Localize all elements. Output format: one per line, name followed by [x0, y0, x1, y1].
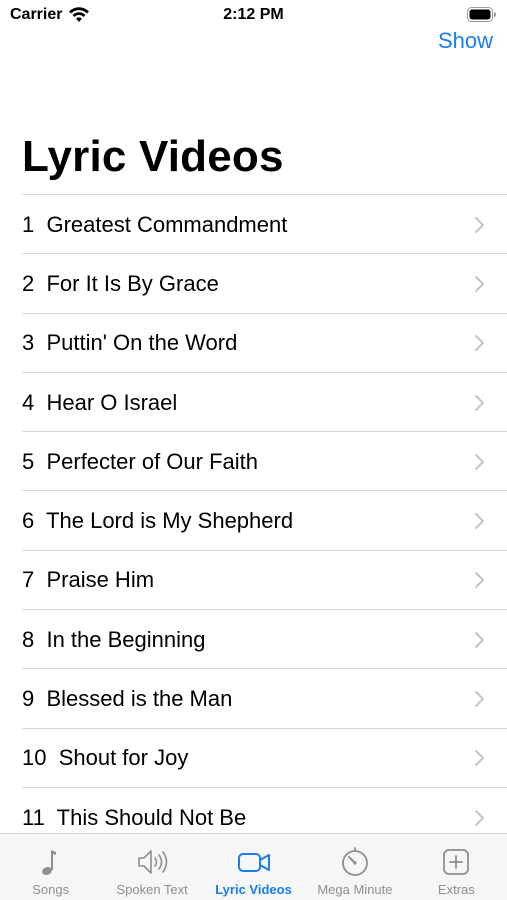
list-item-label: 9 Blessed is the Man — [22, 686, 233, 712]
tab-spoken-text[interactable]: Spoken Text — [101, 834, 202, 900]
chevron-right-icon — [475, 394, 484, 411]
chevron-right-icon — [475, 572, 484, 589]
chevron-right-icon — [475, 809, 484, 826]
tab-label: Extras — [437, 882, 475, 897]
list-item[interactable]: 6 The Lord is My Shepherd — [0, 491, 507, 552]
list-item[interactable]: 9 Blessed is the Man — [0, 669, 507, 729]
chevron-right-icon — [475, 275, 484, 292]
tab-songs[interactable]: Songs — [0, 834, 101, 900]
chevron-right-icon — [475, 691, 484, 708]
chevron-right-icon — [475, 335, 484, 352]
list-item-label: 1 Greatest Commandment — [22, 211, 288, 237]
show-button[interactable]: Show — [438, 28, 493, 54]
chevron-right-icon — [475, 216, 484, 233]
list-item[interactable]: 1 Greatest Commandment — [0, 195, 507, 255]
tab-label: Songs — [32, 882, 70, 897]
list-item[interactable]: 4 Hear O Israel — [0, 373, 507, 433]
tab-mega-minute[interactable]: Mega Minute — [304, 834, 405, 900]
list-item[interactable]: 8 In the Beginning — [0, 610, 507, 670]
speaker-icon — [138, 850, 168, 874]
chevron-right-icon — [475, 631, 484, 648]
tab-bar: Songs Spoken Text Lyric Videos Mega Minu… — [0, 833, 507, 900]
battery-icon — [467, 7, 496, 22]
list-item-label: 8 In the Beginning — [22, 626, 206, 652]
list-item-label: 6 The Lord is My Shepherd — [22, 508, 294, 534]
plus-square-icon — [443, 849, 470, 875]
music-note-icon — [41, 850, 56, 875]
page-title: Lyric Videos — [22, 132, 284, 181]
list-item[interactable]: 10 Shout for Joy — [0, 729, 507, 789]
screen: Carrier 2:12 PM Show Lyric Videos 1 Grea… — [0, 0, 507, 900]
status-bar: Carrier 2:12 PM — [0, 0, 507, 32]
lyric-videos-list: 1 Greatest Commandment 2 For It Is By Gr… — [0, 195, 507, 848]
chevron-right-icon — [475, 750, 484, 767]
timer-icon — [342, 847, 368, 876]
tab-lyric-videos[interactable]: Lyric Videos — [203, 834, 304, 900]
list-item-label: 4 Hear O Israel — [22, 389, 178, 415]
video-camera-icon — [237, 853, 270, 872]
tab-label: Mega Minute — [317, 882, 393, 897]
list-item-label: 7 Praise Him — [22, 567, 155, 593]
status-time: 2:12 PM — [223, 6, 284, 23]
chevron-right-icon — [475, 453, 484, 470]
list-item[interactable]: 7 Praise Him — [0, 551, 507, 611]
list-item-label: 11 This Should Not Be — [22, 804, 247, 830]
list-item[interactable]: 5 Perfecter of Our Faith — [0, 432, 507, 492]
list-item-label: 5 Perfecter of Our Faith — [22, 448, 258, 474]
tab-label: Spoken Text — [116, 882, 188, 897]
list-item-label: 3 Puttin' On the Word — [22, 330, 238, 356]
list-item-label: 2 For It Is By Grace — [22, 270, 219, 296]
tab-label: Lyric Videos — [215, 882, 292, 897]
list-item[interactable]: 2 For It Is By Grace — [0, 254, 507, 314]
list-item[interactable]: 3 Puttin' On the Word — [0, 314, 507, 374]
chevron-right-icon — [475, 513, 484, 530]
tab-extras[interactable]: Extras — [406, 834, 507, 900]
list-item-label: 10 Shout for Joy — [22, 745, 189, 771]
